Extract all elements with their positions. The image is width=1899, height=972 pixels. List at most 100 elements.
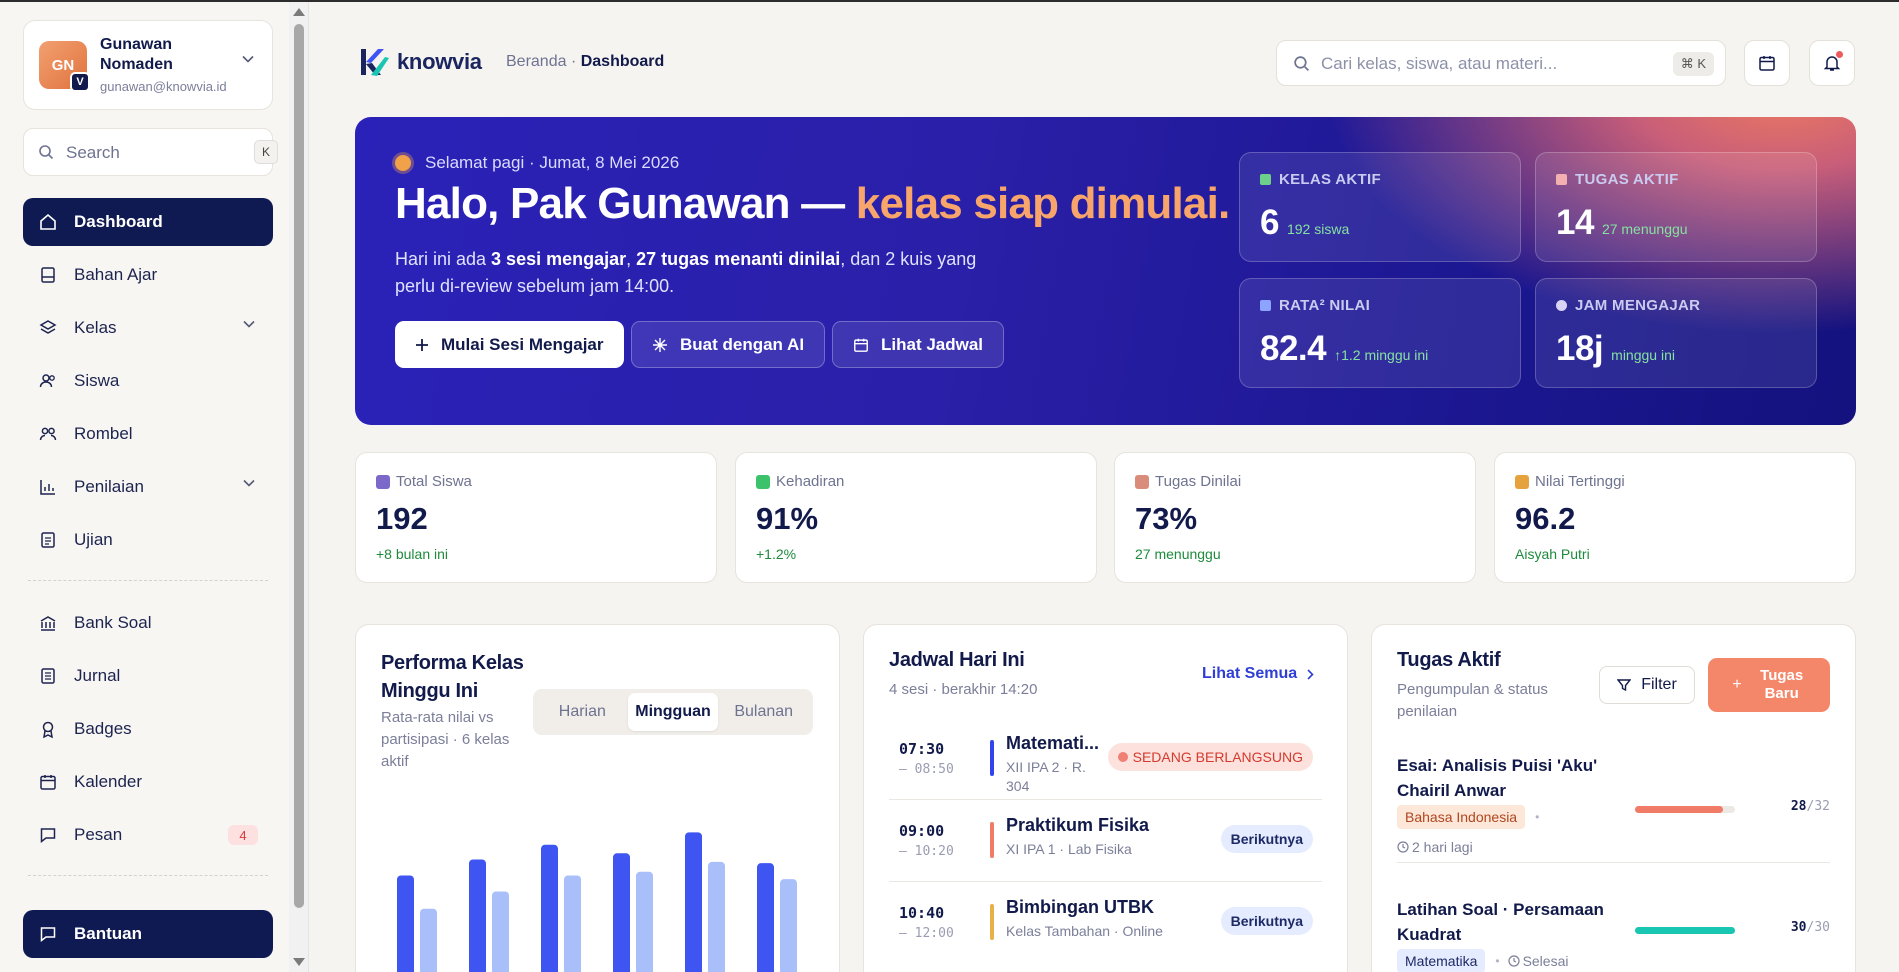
- sidebar-item-label: Kelas: [74, 318, 117, 337]
- hero-greeting: Selamat pagi · Jumat, 8 Mei 2026: [395, 153, 679, 173]
- button-label: Lihat Jadwal: [881, 334, 984, 354]
- button-label: Mulai Sesi Mengajar: [441, 334, 604, 354]
- scroll-up-arrow-icon[interactable]: [293, 8, 305, 16]
- chart-bar[interactable]: [564, 875, 581, 972]
- stat-number: 14: [1556, 203, 1594, 242]
- tab-harian[interactable]: Harian: [537, 693, 628, 731]
- status-badge: Berikutnya: [1220, 907, 1313, 935]
- kpi-total-siswa[interactable]: Total Siswa 192 +8 bulan ini: [355, 452, 717, 583]
- submission-count: 28/32: [1791, 799, 1830, 814]
- subject-color-bar: [990, 822, 994, 858]
- breadcrumb-current: Dashboard: [580, 53, 665, 70]
- group-icon: [39, 427, 57, 441]
- kpi-tugas-dinilai[interactable]: Tugas Dinilai 73% 27 menunggu: [1114, 452, 1476, 583]
- chart-bar[interactable]: [613, 853, 630, 972]
- link-label: Lihat Semua: [1202, 665, 1298, 682]
- separator: •: [1535, 810, 1540, 824]
- book-icon: [41, 267, 55, 283]
- subject-tag: Matematika: [1397, 949, 1486, 972]
- chart-bar[interactable]: [541, 844, 558, 972]
- task-item[interactable]: Latihan Soal · Persamaan Kuadrat Matemat…: [1397, 897, 1830, 972]
- task-item[interactable]: Esai: Analisis Puisi 'Aku' Chairil Anwar…: [1397, 753, 1830, 863]
- sidebar-item-jurnal[interactable]: Jurnal: [23, 652, 273, 700]
- stat-label-text: JAM MENGAJAR: [1575, 297, 1701, 314]
- subject-tag: Bahasa Indonesia: [1397, 805, 1526, 829]
- breadcrumb-parent[interactable]: Beranda: [506, 53, 567, 70]
- profile-switcher[interactable]: GN V Gunawan Nomaden gunawan@knowvia.id: [23, 20, 273, 110]
- stat-card-tugas-aktif[interactable]: TUGAS AKTIF 14 27 menunggu: [1535, 152, 1817, 262]
- see-all-link[interactable]: Lihat Semua: [1202, 665, 1314, 683]
- people-icon: [376, 474, 390, 489]
- kpi-label-text: Tugas Dinilai: [1155, 473, 1242, 490]
- users-icon: [39, 374, 55, 388]
- sidebar-scrollbar[interactable]: [289, 2, 309, 972]
- chart-bar[interactable]: [420, 908, 437, 972]
- start-time: 07:30: [899, 740, 945, 758]
- sidebar-item-bahan-ajar[interactable]: Bahan Ajar: [23, 251, 273, 299]
- stat-sub: minggu ini: [1611, 347, 1675, 363]
- chart-bar[interactable]: [708, 861, 725, 972]
- performance-bar-chart: [397, 832, 797, 972]
- sidebar-search[interactable]: Search K: [23, 128, 278, 176]
- plus-icon: +: [1732, 676, 1742, 693]
- start-time: 10:40: [899, 904, 945, 922]
- desc-part: ,: [626, 249, 637, 269]
- separator: •: [1495, 954, 1500, 968]
- stat-card-jam-mengajar[interactable]: JAM MENGAJAR 18j minggu ini: [1535, 278, 1817, 388]
- sidebar-item-pesan[interactable]: Pesan 4: [23, 811, 273, 859]
- start-time: 09:00: [899, 822, 945, 840]
- sidebar-item-penilaian[interactable]: Penilaian: [23, 463, 273, 511]
- new-task-button[interactable]: + Tugas Baru: [1708, 658, 1830, 712]
- filter-icon: [1617, 679, 1632, 692]
- tab-bulanan[interactable]: Bulanan: [718, 693, 809, 731]
- stat-sub: ↑1.2 minggu ini: [1334, 347, 1429, 363]
- stat-card-rata-nilai[interactable]: RATA² NILAI 82.4 ↑1.2 minggu ini: [1239, 278, 1521, 388]
- chart-bar[interactable]: [636, 871, 653, 972]
- schedule-row[interactable]: 07:30 – 08:50 Matemati... XII IPA 2 · R.…: [889, 718, 1322, 800]
- sidebar-item-siswa[interactable]: Siswa: [23, 357, 273, 405]
- chevron-down-icon: [242, 55, 254, 63]
- help-button[interactable]: Bantuan: [23, 910, 273, 958]
- panel-title: Performa Kelas Minggu Ini: [381, 649, 524, 705]
- plus-icon: [415, 338, 429, 352]
- kpi-kehadiran[interactable]: Kehadiran 91% +1.2%: [735, 452, 1097, 583]
- status-text: SEDANG BERLANGSUNG: [1132, 749, 1303, 765]
- total-count: /32: [1806, 799, 1830, 814]
- chart-bar[interactable]: [780, 879, 797, 972]
- greeting-text: Selamat pagi · Jumat, 8 Mei 2026: [425, 153, 680, 172]
- sidebar-item-bank-soal[interactable]: Bank Soal: [23, 599, 273, 647]
- kpi-label-text: Nilai Tertinggi: [1535, 473, 1625, 490]
- stat-value: 82.4 ↑1.2 minggu ini: [1260, 329, 1428, 369]
- brand-logo[interactable]: knowvia: [357, 46, 482, 78]
- schedule-row[interactable]: 09:00 – 10:20 Praktikum Fisika XI IPA 1 …: [889, 800, 1322, 882]
- search-placeholder: Cari kelas, siswa, atau materi...: [1321, 54, 1558, 73]
- chart-bar[interactable]: [397, 875, 414, 972]
- calendar-button[interactable]: [1744, 40, 1790, 86]
- schedule-row[interactable]: 10:40 – 12:00 Bimbingan UTBK Kelas Tamba…: [889, 882, 1322, 964]
- sidebar-item-rombel[interactable]: Rombel: [23, 410, 273, 458]
- chart-bar[interactable]: [685, 832, 702, 972]
- stat-card-kelas-aktif[interactable]: KELAS AKTIF 6 192 siswa: [1239, 152, 1521, 262]
- scroll-thumb[interactable]: [294, 24, 304, 908]
- sidebar-item-kalender[interactable]: Kalender: [23, 758, 273, 806]
- sidebar-item-ujian[interactable]: Ujian: [23, 516, 273, 564]
- filter-button[interactable]: Filter: [1599, 666, 1695, 704]
- notifications-button[interactable]: [1809, 40, 1855, 86]
- sidebar-item-dashboard[interactable]: Dashboard: [23, 198, 273, 246]
- scroll-down-arrow-icon[interactable]: [293, 958, 305, 966]
- hero-description: Hari ini ada 3 sesi mengajar, 27 tugas m…: [395, 246, 1015, 300]
- global-search-input[interactable]: Cari kelas, siswa, atau materi... ⌘ K: [1276, 40, 1726, 86]
- chart-bar[interactable]: [492, 891, 509, 972]
- sidebar-item-badges[interactable]: Badges: [23, 705, 273, 753]
- chart-bar[interactable]: [469, 859, 486, 972]
- tab-mingguan[interactable]: Mingguan: [627, 693, 719, 731]
- sidebar-item-kelas[interactable]: Kelas: [23, 304, 273, 352]
- chart-bar[interactable]: [757, 863, 774, 972]
- stat-value: 6 192 siswa: [1260, 203, 1349, 243]
- start-session-button[interactable]: Mulai Sesi Mengajar: [395, 321, 624, 368]
- kpi-nilai-tertinggi[interactable]: Nilai Tertinggi 96.2 Aisyah Putri: [1494, 452, 1856, 583]
- kpi-delta: +8 bulan ini: [376, 546, 449, 562]
- view-schedule-button[interactable]: Lihat Jadwal: [832, 321, 1005, 368]
- create-with-ai-button[interactable]: Buat dengan AI: [631, 321, 826, 368]
- kpi-label-text: Kehadiran: [776, 473, 845, 490]
